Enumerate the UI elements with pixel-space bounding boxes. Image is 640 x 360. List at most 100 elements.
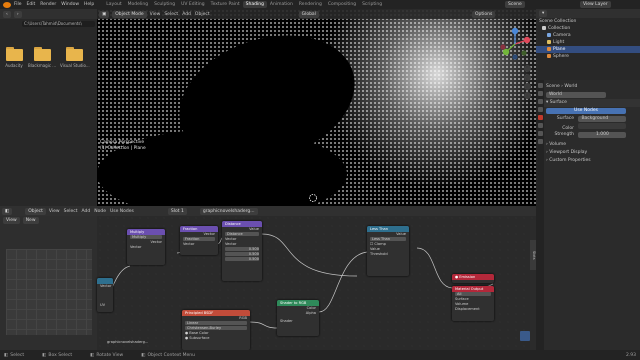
material-selector[interactable]: graphicnovelshaderg... [199,207,258,215]
outliner-item-camera[interactable]: Camera [536,32,640,39]
use-nodes-button[interactable]: Use Nodes [546,108,626,114]
target-dropdown[interactable]: All [455,292,491,296]
scene-name[interactable]: Scene [505,1,525,8]
operation-dropdown[interactable]: Less Than [370,237,406,241]
strength-field[interactable]: 1.000 [578,132,627,138]
back-icon[interactable]: ‹ [3,10,11,18]
node-shader-to-rgb[interactable]: Shader to RGB Color Alpha Shader [277,300,319,336]
subsurface-method-dropdown[interactable]: Christensen-Burley [185,326,247,330]
node-distance[interactable]: Distance Value Distance Vector Vector 0.… [222,221,262,281]
menu-file[interactable]: File [14,2,22,7]
3d-viewport[interactable]: ▣ Object Mode View Select Add Object Glo… [97,9,536,212]
shader-node-editor[interactable]: ◧ Object View Select Add Node Use Nodes … [0,206,536,350]
folder-item[interactable]: Blackmagic ... [28,47,56,68]
node-principled-bsdf[interactable]: Principled BSDF RGB Linear Christensen-B… [182,310,250,350]
tab-rendering[interactable]: Rendering [296,1,325,8]
value-x-field[interactable]: 0.500 [225,247,259,251]
node-multiply[interactable]: Multiply Multiply Vector Vector [127,229,165,265]
perspective-toggle-icon[interactable] [524,92,531,99]
menu-render[interactable]: Render [40,2,56,7]
operation-dropdown[interactable]: Multiply [130,235,162,239]
tab-sculpting[interactable]: Sculpting [151,1,178,8]
tab-layout[interactable]: Layout [103,1,124,8]
output-tab-icon[interactable] [537,99,543,104]
slots-tab[interactable]: Slots [530,240,536,270]
add-menu[interactable]: Add [182,12,191,17]
scene-tab-icon[interactable] [537,107,543,112]
tool-tab-icon[interactable] [537,83,543,88]
add-menu[interactable]: Add [82,209,91,214]
volume-section[interactable]: › Volume [536,141,640,149]
object-mode-dropdown[interactable]: Object Mode [112,10,147,18]
node-math-less-than[interactable]: Less Than Value Less Than ☐ Clamp Value … [367,226,409,276]
menu-edit[interactable]: Edit [27,2,36,7]
mouse-left-icon: ◧ [4,352,9,358]
editor-type-icon[interactable]: ◧ [2,207,13,215]
view-menu[interactable]: View [150,12,161,17]
outliner-item-collection[interactable]: Collection [536,25,640,32]
scene-selector[interactable]: Scene [505,1,528,8]
folder-item[interactable]: Visual Studio... [60,47,90,68]
operation-dropdown[interactable]: Distance [225,232,259,236]
view-layer-selector[interactable]: View Layer [580,1,614,8]
tab-shading[interactable]: Shading [242,1,267,8]
tab-texture-paint[interactable]: Texture Paint [208,1,243,8]
object-menu[interactable]: Object [195,12,210,17]
viewport-display-section[interactable]: › Viewport Display [536,149,640,157]
custom-properties-section[interactable]: › Custom Properties [536,157,640,165]
zoom-icon[interactable] [524,65,531,72]
color-swatch[interactable] [578,123,627,129]
options-dropdown[interactable]: Options [471,10,496,18]
world-tab-icon[interactable] [537,115,543,120]
blender-logo-icon[interactable] [3,1,11,8]
render-tab-icon[interactable] [537,91,543,96]
filter-icon[interactable]: ▾ [539,10,548,17]
node-menu[interactable]: Node [94,209,106,214]
tab-animation[interactable]: Animation [267,1,296,8]
node-material-output[interactable]: Material Output All Surface Volume Displ… [452,286,494,321]
select-menu[interactable]: Select [64,209,78,214]
view-menu[interactable]: View [3,216,20,224]
file-path-field[interactable]: C:\Users\Tahmid\Documents\ [22,21,95,27]
select-menu[interactable]: Select [164,12,178,17]
value-y-field[interactable]: 0.500 [225,252,259,256]
outliner-scene-collection[interactable]: Scene Collection [536,18,640,25]
camera-view-icon[interactable] [524,83,531,90]
tab-modeling[interactable]: Modeling [125,1,151,8]
value-z-field[interactable]: 0.500 [225,257,259,261]
outliner-panel: ▾ Scene Collection Collection Camera Lig… [536,9,640,80]
world-name-field[interactable]: World [546,92,606,98]
forward-icon[interactable]: › [13,10,22,18]
image-preview-area[interactable] [6,249,92,335]
surface-section-header[interactable]: ▾ Surface [536,99,640,107]
node-emission[interactable]: ● Emission [452,274,494,283]
outliner-item-sphere[interactable]: Sphere [536,53,640,60]
outliner-item-light[interactable]: Light [536,39,640,46]
file-browser-header: ‹ › [0,9,97,19]
node-fraction[interactable]: Fraction Vector Fraction Vector [180,226,218,255]
modifier-tab-icon[interactable] [537,131,543,136]
slot-dropdown[interactable]: Slot 1 [167,207,187,215]
surface-shader-dropdown[interactable]: Background [578,116,627,122]
tab-scripting[interactable]: Scripting [359,1,385,8]
menu-help[interactable]: Help [84,2,94,7]
tab-uv-editing[interactable]: UV Editing [178,1,207,8]
tab-compositing[interactable]: Compositing [325,1,359,8]
pan-icon[interactable] [524,74,531,81]
operation-dropdown[interactable]: Fraction [183,237,215,241]
material-tab-icon[interactable] [537,139,543,144]
view-menu[interactable]: View [49,209,60,214]
navigation-gizmo-icon[interactable] [498,27,532,61]
node-texture-coordinate[interactable]: Vector UV [97,278,113,312]
outliner-item-plane[interactable]: Plane [536,46,640,53]
object-tab-icon[interactable] [537,123,543,128]
new-image-button[interactable]: New [22,216,39,224]
folder-item[interactable]: Audacity [4,47,24,68]
use-nodes-checkbox[interactable]: Use Nodes [110,209,134,214]
object-dropdown[interactable]: Object [25,207,46,215]
view-layer-name[interactable]: View Layer [580,1,611,8]
menu-window[interactable]: Window [61,2,79,7]
transform-orientation-dropdown[interactable]: Global [298,10,319,18]
editor-type-icon[interactable]: ▣ [99,10,110,18]
interpolation-dropdown[interactable]: Linear [185,321,247,325]
